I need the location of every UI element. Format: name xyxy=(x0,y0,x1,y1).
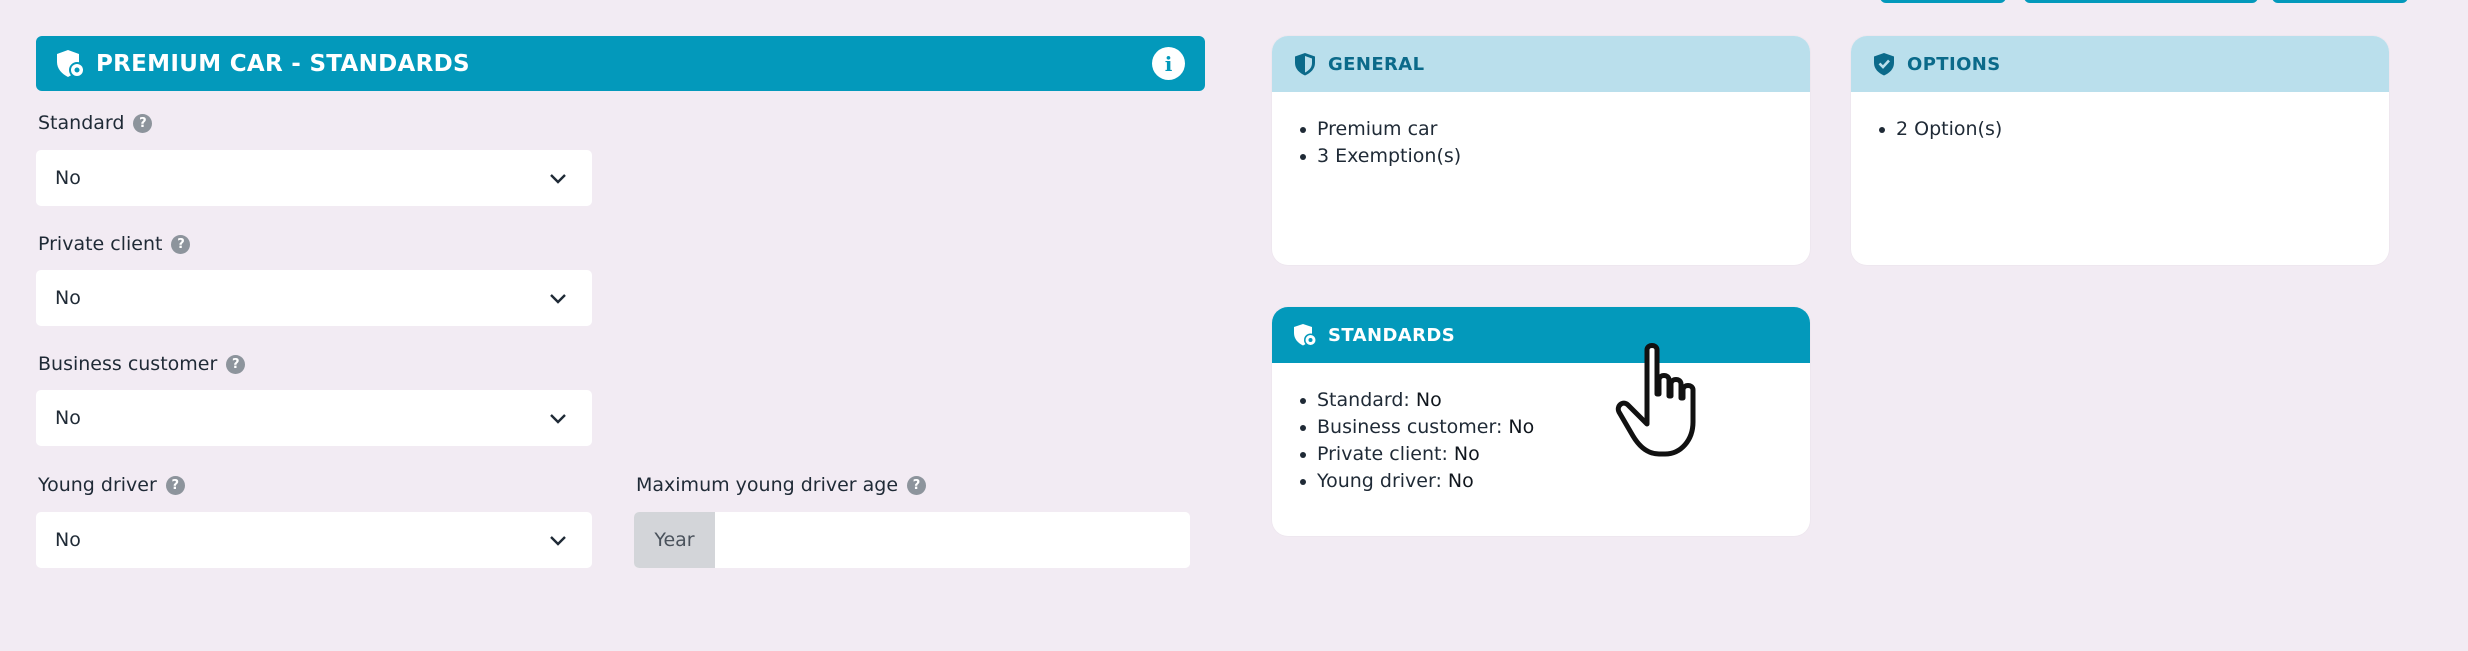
chevron-down-icon xyxy=(550,414,566,424)
shield-check-icon xyxy=(1874,53,1894,76)
form-header: PREMIUM CAR - STANDARDS i xyxy=(36,36,1205,91)
max-young-driver-age-label-text: Maximum young driver age xyxy=(636,474,899,496)
standards-list: Standard: No Business customer: No Priva… xyxy=(1272,363,1810,495)
form-title: PREMIUM CAR - STANDARDS xyxy=(96,50,470,77)
item-value: No xyxy=(1447,470,1474,492)
item-label: Private client: xyxy=(1317,443,1448,465)
business-customer-select[interactable]: No xyxy=(36,390,592,446)
business-customer-label-text: Business customer xyxy=(38,353,218,375)
standard-label-text: Standard xyxy=(38,112,125,134)
help-icon[interactable]: ? xyxy=(133,113,153,133)
chevron-down-icon xyxy=(550,294,566,304)
max-young-driver-age-group: Year xyxy=(634,512,1190,568)
max-young-driver-age-label: Maximum young driver age ? xyxy=(636,474,927,496)
young-driver-label-text: Young driver xyxy=(38,474,157,496)
help-icon[interactable]: ? xyxy=(171,234,191,254)
item-label: Young driver: xyxy=(1317,470,1442,492)
standards-card-title: STANDARDS xyxy=(1328,324,1456,346)
options-card: OPTIONS 2 Option(s) xyxy=(1851,36,2389,265)
business-customer-label: Business customer ? xyxy=(38,353,246,375)
general-card-title: GENERAL xyxy=(1328,53,1425,75)
chevron-down-icon xyxy=(550,536,566,546)
list-item: Premium car xyxy=(1300,116,1810,143)
item-value: No xyxy=(1453,443,1480,465)
shield-gear-icon xyxy=(57,49,85,78)
info-icon[interactable]: i xyxy=(1152,47,1185,80)
top-action-button-3[interactable] xyxy=(2272,0,2408,3)
standard-select-value: No xyxy=(55,167,81,189)
hand-pointer-icon xyxy=(1615,343,1696,457)
shield-icon xyxy=(1295,53,1315,76)
general-list: Premium car 3 Exemption(s) xyxy=(1272,92,1810,170)
private-client-label-text: Private client xyxy=(38,233,163,255)
general-card-header: GENERAL xyxy=(1272,36,1810,92)
list-item: Standard: No xyxy=(1300,387,1810,414)
standard-select[interactable]: No xyxy=(36,150,592,206)
item-value: No xyxy=(1415,389,1442,411)
item-label: Business customer: xyxy=(1317,416,1503,438)
options-list: 2 Option(s) xyxy=(1851,92,2389,143)
young-driver-select[interactable]: No xyxy=(36,512,592,568)
shield-gear-icon xyxy=(1294,324,1317,347)
private-client-select[interactable]: No xyxy=(36,270,592,326)
standard-label: Standard ? xyxy=(38,112,153,134)
list-item: Private client: No xyxy=(1300,441,1810,468)
standards-card-header[interactable]: STANDARDS xyxy=(1272,307,1810,363)
top-action-button-2[interactable] xyxy=(2024,0,2258,3)
chevron-down-icon xyxy=(550,174,566,184)
top-action-button-1[interactable] xyxy=(1880,0,2006,3)
young-driver-select-value: No xyxy=(55,529,81,551)
item-label: Standard: xyxy=(1317,389,1410,411)
young-driver-label: Young driver ? xyxy=(38,474,185,496)
list-item: 2 Option(s) xyxy=(1879,116,2389,143)
options-card-header: OPTIONS xyxy=(1851,36,2389,92)
private-client-label: Private client ? xyxy=(38,233,191,255)
list-item: Business customer: No xyxy=(1300,414,1810,441)
help-icon[interactable]: ? xyxy=(165,475,185,495)
general-card: GENERAL Premium car 3 Exemption(s) xyxy=(1272,36,1810,265)
max-young-driver-age-input[interactable] xyxy=(715,512,1190,568)
list-item: 3 Exemption(s) xyxy=(1300,143,1810,170)
help-icon[interactable]: ? xyxy=(226,354,246,374)
standards-card: STANDARDS Standard: No Business customer… xyxy=(1272,307,1810,536)
year-addon: Year xyxy=(634,512,715,568)
options-card-title: OPTIONS xyxy=(1907,53,2001,75)
list-item: Young driver: No xyxy=(1300,468,1810,495)
business-customer-select-value: No xyxy=(55,407,81,429)
private-client-select-value: No xyxy=(55,287,81,309)
item-value: No xyxy=(1508,416,1535,438)
help-icon[interactable]: ? xyxy=(907,475,927,495)
